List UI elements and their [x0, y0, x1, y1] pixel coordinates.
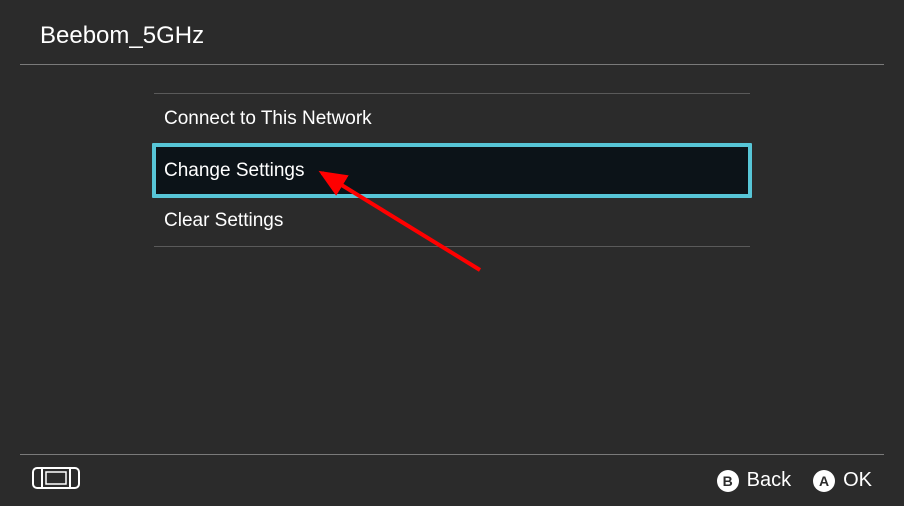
back-button[interactable]: B Back [717, 469, 791, 492]
header-divider [20, 64, 884, 65]
menu-item-label: Change Settings [164, 160, 305, 182]
menu-list: Connect to This Network Change Settings … [154, 93, 750, 247]
menu-item-connect[interactable]: Connect to This Network [154, 94, 750, 145]
menu-item-label: Clear Settings [164, 210, 283, 232]
header: Beebom_5GHz [0, 0, 904, 64]
footer-bar: B Back A OK [20, 454, 884, 506]
menu-item-change-settings[interactable]: Change Settings [152, 143, 752, 198]
page-title: Beebom_5GHz [40, 22, 864, 50]
footer-buttons: B Back A OK [717, 469, 872, 492]
ok-label: OK [843, 469, 872, 492]
controller-icon [32, 467, 80, 494]
a-button-icon: A [813, 470, 835, 492]
menu-item-clear-settings[interactable]: Clear Settings [154, 196, 750, 247]
ok-button[interactable]: A OK [813, 469, 872, 492]
menu-area: Connect to This Network Change Settings … [154, 93, 750, 247]
menu-item-label: Connect to This Network [164, 108, 372, 130]
b-button-icon: B [717, 470, 739, 492]
back-label: Back [747, 469, 791, 492]
